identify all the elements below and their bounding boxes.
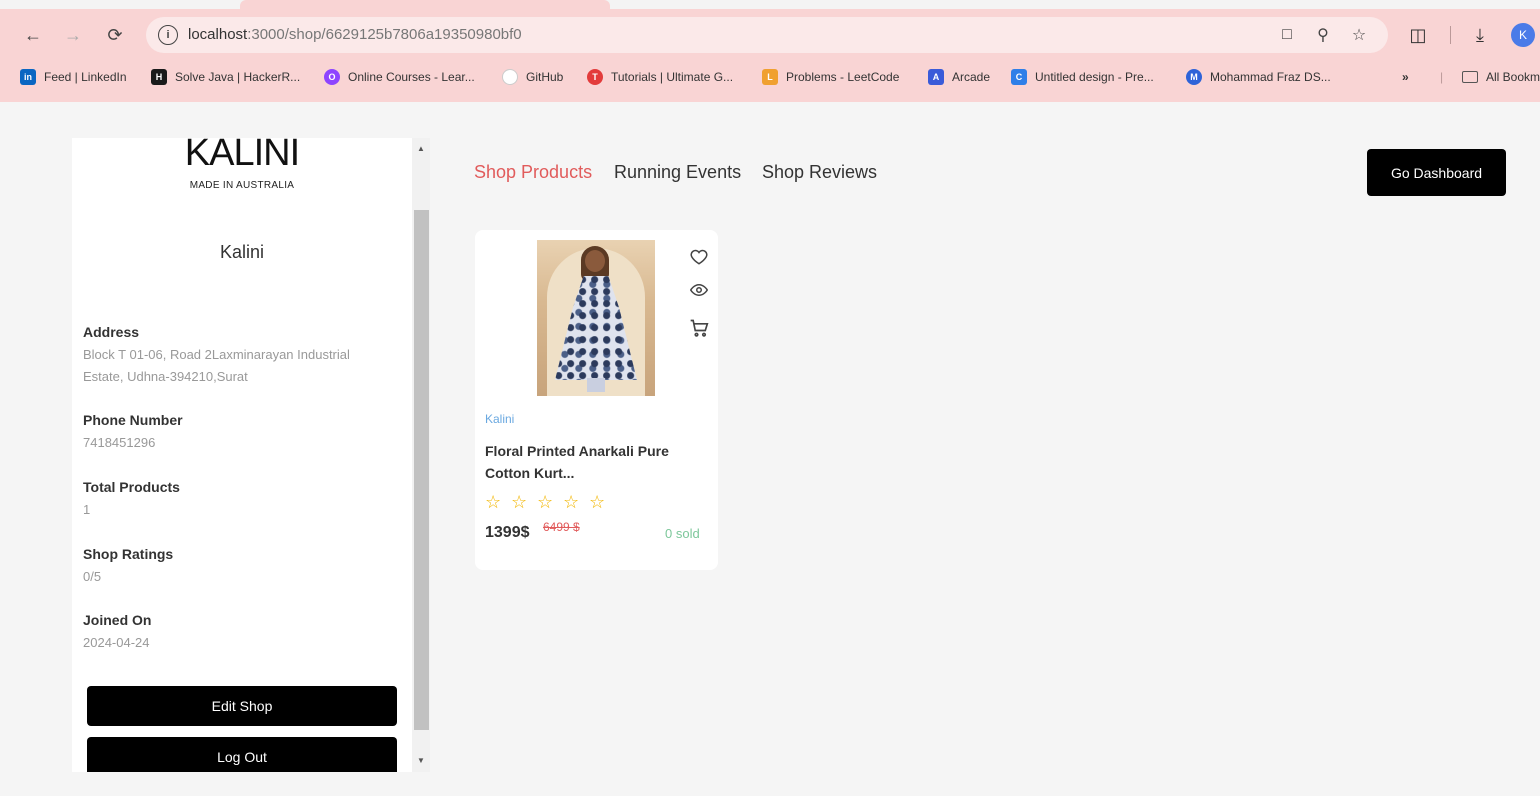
- go-dashboard-button[interactable]: Go Dashboard: [1367, 149, 1506, 196]
- url-host: localhost: [188, 26, 248, 43]
- product-card[interactable]: Kalini Floral Printed Anarkali Pure Cott…: [475, 230, 718, 570]
- bookmark-label: Mohammad Fraz DS...: [1210, 70, 1331, 84]
- phone-value: 7418451296: [83, 435, 156, 450]
- browser-chrome: ← → ⟳ i localhost:3000/shop/6629125b7806…: [0, 0, 1540, 102]
- shop-logo: KALINI: [184, 138, 300, 174]
- all-bookmarks-label: All Bookm: [1486, 70, 1540, 84]
- image-model-legs: [587, 378, 605, 392]
- star-icon: ☆: [485, 492, 502, 512]
- address-value: Block T 01-06, Road 2Laxminarayan Indust…: [83, 347, 350, 384]
- bookmark-label: Online Courses - Lear...: [348, 70, 475, 84]
- product-original-price: 6499 $: [543, 520, 580, 534]
- product-rating: ☆ ☆ ☆ ☆ ☆: [485, 492, 615, 513]
- tab-running-events[interactable]: Running Events: [614, 162, 741, 183]
- phone-label: Phone Number: [83, 412, 183, 428]
- site-info-icon[interactable]: i: [158, 25, 178, 45]
- image-model-head: [585, 250, 605, 272]
- bookmark-canva[interactable]: C Untitled design - Pre...: [1011, 66, 1154, 88]
- bookmark-courses[interactable]: O Online Courses - Lear...: [324, 66, 475, 88]
- bookmark-linkedin[interactable]: in Feed | LinkedIn: [20, 66, 127, 88]
- heart-icon[interactable]: [689, 247, 709, 267]
- bookmark-hackerrank[interactable]: H Solve Java | HackerR...: [151, 66, 300, 88]
- bookmark-github[interactable]: GitHub: [502, 66, 563, 88]
- product-brand[interactable]: Kalini: [485, 412, 514, 426]
- url-text[interactable]: localhost:3000/shop/6629125b7806a1935098…: [188, 26, 522, 43]
- bookmark-tutorials[interactable]: T Tutorials | Ultimate G...: [587, 66, 733, 88]
- scroll-up-icon[interactable]: ▲: [412, 140, 430, 156]
- bookmark-label: Untitled design - Pre...: [1035, 70, 1154, 84]
- shop-ratings-value: 0/5: [83, 569, 102, 584]
- zoom-icon[interactable]: ⚲: [1312, 24, 1334, 46]
- bookmark-label: Arcade: [952, 70, 991, 84]
- total-products-value: 1: [83, 502, 91, 517]
- shop-name: Kalini: [219, 242, 265, 262]
- bookmark-leetcode[interactable]: L Problems - LeetCode: [762, 66, 899, 88]
- bookmark-profile[interactable]: M Mohammad Fraz DS...: [1186, 66, 1331, 88]
- more-bookmarks-icon[interactable]: »: [1402, 66, 1409, 88]
- product-sold-count: 0 sold: [665, 526, 700, 541]
- all-bookmarks[interactable]: All Bookm: [1462, 66, 1540, 88]
- leetcode-icon: L: [762, 69, 778, 85]
- bookmark-star-icon[interactable]: ☆: [1348, 24, 1370, 46]
- bookmark-label: Solve Java | HackerR...: [175, 70, 301, 84]
- hackerrank-icon: H: [151, 69, 167, 85]
- toolbar-divider: [1450, 26, 1451, 44]
- url-path: :3000/shop/6629125b7806a19350980bf0: [247, 26, 522, 43]
- downloads-icon[interactable]: ⤓: [1468, 22, 1492, 48]
- linkedin-icon: in: [20, 69, 36, 85]
- edit-shop-button[interactable]: Edit Shop: [87, 686, 397, 726]
- product-price: 1399$: [485, 524, 530, 541]
- product-name[interactable]: Floral Printed Anarkali Pure Cotton Kurt…: [485, 440, 685, 484]
- back-icon[interactable]: ←: [20, 22, 46, 48]
- bookmark-label: Feed | LinkedIn: [44, 70, 127, 84]
- reload-icon[interactable]: ⟳: [102, 22, 128, 48]
- tab-shop-products[interactable]: Shop Products: [474, 162, 592, 183]
- github-icon: [502, 69, 518, 85]
- scrollbar-thumb[interactable]: [414, 210, 429, 730]
- install-app-icon[interactable]: □: [1276, 24, 1298, 46]
- bookmark-label: Problems - LeetCode: [786, 70, 900, 84]
- joined-label: Joined On: [83, 612, 152, 628]
- shop-ratings-label: Shop Ratings: [83, 546, 174, 562]
- joined-value: 2024-04-24: [83, 635, 150, 650]
- courses-icon: O: [324, 69, 340, 85]
- eye-icon[interactable]: [689, 280, 709, 300]
- scroll-down-icon[interactable]: ▼: [412, 752, 430, 768]
- address-label: Address: [83, 324, 140, 340]
- bookmark-arcade[interactable]: A Arcade: [928, 66, 990, 88]
- cart-icon[interactable]: [689, 318, 709, 338]
- product-image[interactable]: [537, 240, 655, 396]
- active-tab-edge[interactable]: [240, 0, 610, 9]
- tutorials-icon: T: [587, 69, 603, 85]
- canva-icon: C: [1011, 69, 1027, 85]
- star-icon: ☆: [537, 492, 554, 512]
- folder-icon: [1462, 71, 1478, 83]
- profile-avatar[interactable]: K: [1511, 23, 1535, 47]
- logout-button[interactable]: Log Out: [87, 737, 397, 772]
- total-products-label: Total Products: [83, 479, 180, 495]
- address-bar[interactable]: i localhost:3000/shop/6629125b7806a19350…: [146, 17, 1388, 53]
- star-icon: ☆: [511, 492, 528, 512]
- star-icon: ☆: [589, 492, 606, 512]
- bookmarks-bar: in Feed | LinkedIn H Solve Java | HackerR.…: [20, 66, 1540, 88]
- tab-shop-reviews[interactable]: Shop Reviews: [762, 162, 877, 183]
- tab-strip: [0, 0, 1540, 9]
- shop-logo-subtitle: MADE IN AUSTRALIA: [189, 180, 295, 191]
- bookmark-label: Tutorials | Ultimate G...: [611, 70, 734, 84]
- bookmarks-divider: |: [1440, 70, 1444, 84]
- bookmark-label: GitHub: [526, 70, 564, 84]
- profile-icon: M: [1186, 69, 1202, 85]
- star-icon: ☆: [563, 492, 580, 512]
- arcade-icon: A: [928, 69, 944, 85]
- shop-info-sidebar: KALINI MADE IN AUSTRALIA Kalini Address …: [72, 138, 412, 772]
- forward-icon[interactable]: →: [60, 22, 86, 48]
- extensions-icon[interactable]: ◫: [1406, 22, 1430, 48]
